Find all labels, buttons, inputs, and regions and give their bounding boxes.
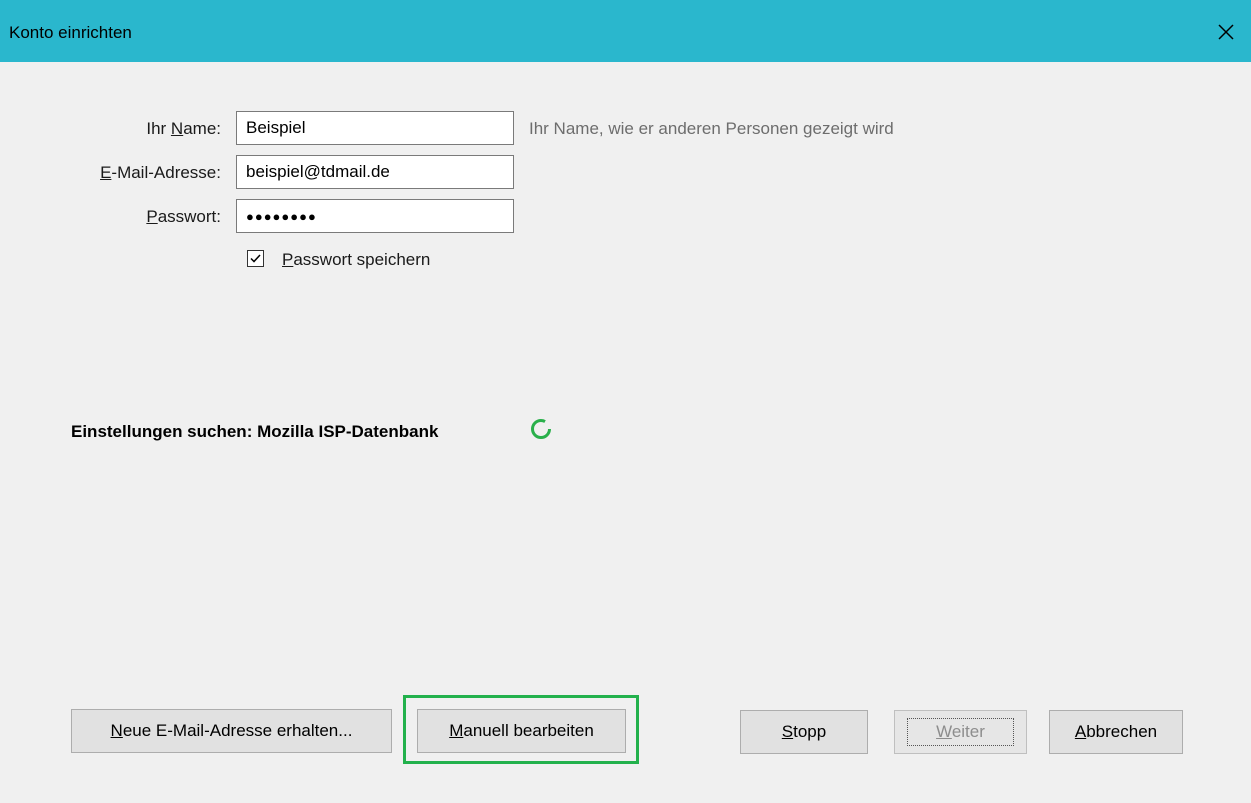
stop-button[interactable]: Stopp <box>740 710 868 754</box>
remember-password-label[interactable]: Passwort speichern <box>282 250 430 270</box>
manual-edit-button[interactable]: Manuell bearbeiten <box>417 709 626 753</box>
password-label: Passwort: <box>146 207 221 226</box>
checkmark-icon <box>250 254 261 263</box>
email-input[interactable]: beispiel@tdmail.de <box>236 155 514 189</box>
name-hint: Ihr Name, wie er anderen Personen gezeig… <box>529 119 894 138</box>
remember-password-checkbox[interactable] <box>247 250 264 267</box>
email-label: E-Mail-Adresse: <box>100 163 221 182</box>
account-setup-dialog: Konto einrichten Ihr Name: Beispiel Ihr … <box>0 0 1251 803</box>
cancel-button[interactable]: Abbrechen <box>1049 710 1183 754</box>
next-button[interactable]: Weiter <box>894 710 1027 754</box>
name-label: Ihr Name: <box>146 119 221 138</box>
name-input[interactable]: Beispiel <box>236 111 514 145</box>
title-bar: Konto einrichten <box>0 0 1251 62</box>
status-text: Einstellungen suchen: Mozilla ISP-Datenb… <box>71 422 439 441</box>
new-email-address-button[interactable]: Neue E-Mail-Adresse erhalten... <box>71 709 392 753</box>
close-button[interactable] <box>1201 10 1251 54</box>
window-title: Konto einrichten <box>9 23 132 42</box>
loading-spinner-icon <box>531 419 551 439</box>
password-input[interactable]: ●●●●●●●● <box>236 199 514 233</box>
close-icon <box>1218 24 1234 40</box>
